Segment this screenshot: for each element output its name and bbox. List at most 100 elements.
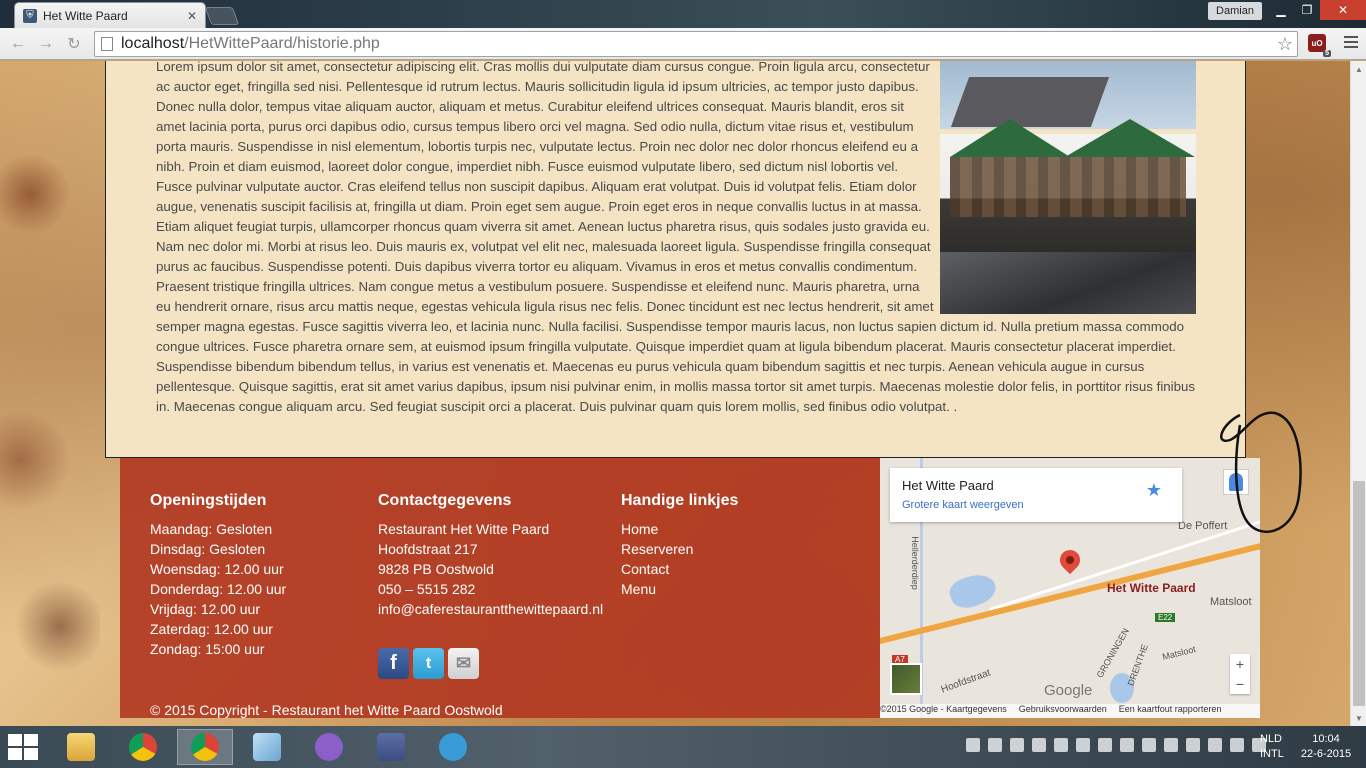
footer-link-menu[interactable]: Menu [621, 579, 738, 599]
map-card-title: Het Witte Paard [902, 478, 994, 493]
contact-line: Hoofdstraat 217 [378, 541, 478, 557]
input-language[interactable]: NLD INTL [1260, 732, 1284, 762]
lang-code: NLD [1260, 733, 1283, 745]
github-icon[interactable] [301, 729, 357, 765]
tray-icon[interactable] [1208, 738, 1222, 752]
reload-icon[interactable]: ↻ [64, 34, 84, 54]
useful-links-section: Handige linkjes Home Reserveren Contact … [621, 492, 738, 599]
contact-email[interactable]: info@caferestaurantthewittepaard.nl [378, 599, 603, 619]
twitter-icon[interactable]: t [413, 648, 444, 679]
tray-icon[interactable] [1054, 738, 1068, 752]
background-ornament [0, 61, 100, 726]
page-icon [101, 37, 113, 51]
ublock-extension-icon[interactable]: uO 5 [1308, 34, 1331, 57]
satellite-toggle[interactable] [890, 663, 922, 695]
scroll-thumb[interactable] [1353, 481, 1365, 706]
start-windows-icon[interactable] [8, 734, 38, 760]
map-label: DRENTHE [1125, 642, 1150, 688]
telegram-icon[interactable] [425, 729, 481, 765]
forward-arrow-icon[interactable]: → [36, 34, 56, 54]
map-marker-icon[interactable] [1055, 545, 1085, 575]
tray-icon[interactable] [1010, 738, 1024, 752]
opening-hours-title: Openingstijden [150, 492, 267, 509]
tray-icon[interactable] [966, 738, 980, 752]
close-tab-icon[interactable]: ✕ [187, 9, 197, 23]
hours-line: Maandag: Gesloten [150, 521, 273, 537]
opening-hours-section: Openingstijden Maandag: Gesloten Dinsdag… [150, 492, 286, 659]
maximize-icon[interactable]: ❐ [1294, 0, 1320, 20]
save-star-icon[interactable]: ★ [1146, 480, 1162, 501]
url-host: localhost [121, 35, 185, 52]
map-label: Matsloot [1210, 596, 1252, 608]
hours-line: Donderdag: 12.00 uur [150, 581, 287, 597]
map-attribution: ©2015 Google - Kaartgegevens Gebruiksvoo… [880, 704, 1260, 718]
footer-link-reserveren[interactable]: Reserveren [621, 539, 738, 559]
bookmark-star-icon[interactable]: ☆ [1277, 34, 1293, 55]
history-article: Lorem ipsum dolor sit amet, consectetur … [156, 61, 1196, 417]
map-zoom-control: + − [1230, 654, 1250, 694]
page-viewport: Lorem ipsum dolor sit amet, consectetur … [0, 61, 1350, 726]
facebook-icon[interactable]: f [378, 648, 409, 679]
hours-line: Zaterdag: 12.00 uur [150, 621, 273, 637]
map-place-label: Het Witte Paard [1107, 581, 1196, 595]
contact-section: Contactgegevens Restaurant Het Witte Paa… [378, 492, 603, 619]
tray-icon[interactable] [1032, 738, 1046, 752]
browser-toolbar: ← → ↻ localhost/HetWittePaard/historie.p… [0, 28, 1366, 60]
tray-icon[interactable] [1076, 738, 1090, 752]
scroll-up-icon[interactable]: ▲ [1351, 61, 1366, 77]
scroll-down-icon[interactable]: ▼ [1351, 710, 1366, 726]
tray-icon[interactable] [1186, 738, 1200, 752]
contact-line: 9828 PB Oostwold [378, 561, 494, 577]
chrome-menu-icon[interactable] [1344, 36, 1358, 50]
google-map[interactable]: De Poffert Matsloot Matsloot Hoofdstraat… [880, 458, 1260, 718]
zoom-in-button[interactable]: + [1230, 654, 1250, 674]
zoom-out-button[interactable]: − [1230, 674, 1250, 694]
terms-link[interactable]: Gebruiksvoorwaarden [1019, 704, 1107, 718]
larger-map-link[interactable]: Grotere kaart weergeven [902, 499, 1170, 511]
tray-icon[interactable] [988, 738, 1002, 752]
site-favicon-icon: ⛨ [23, 8, 37, 23]
page-scrollbar[interactable]: ▲ ▼ [1350, 61, 1366, 726]
chrome-active-icon[interactable] [177, 729, 233, 765]
system-clock[interactable]: 10:04 22-6-2015 [1298, 732, 1354, 762]
lang-layout: INTL [1260, 748, 1284, 760]
google-logo: Google [1044, 682, 1093, 699]
hours-line: Zondag: 15:00 uur [150, 641, 265, 657]
tray-icon[interactable] [1120, 738, 1134, 752]
phpstorm-icon[interactable] [363, 729, 419, 765]
copyright-text: © 2015 Copyright - Restaurant het Witte … [150, 702, 503, 718]
tray-icon[interactable] [1164, 738, 1178, 752]
contact-title: Contactgegevens [378, 492, 512, 509]
chrome-icon[interactable] [115, 729, 171, 765]
footer-link-home[interactable]: Home [621, 519, 738, 539]
file-explorer-icon[interactable] [53, 729, 109, 765]
tray-icon[interactable] [1142, 738, 1156, 752]
site-footer: Openingstijden Maandag: Gesloten Dinsdag… [120, 458, 880, 718]
new-tab-button[interactable] [204, 7, 240, 25]
report-error-link[interactable]: Een kaartfout rapporteren [1119, 704, 1222, 718]
back-arrow-icon[interactable]: ← [8, 34, 28, 54]
minimize-icon[interactable]: ▁ [1268, 0, 1294, 20]
notepad-icon[interactable] [239, 729, 295, 765]
profile-button[interactable]: Damian [1208, 2, 1262, 20]
hours-line: Woensdag: 12.00 uur [150, 561, 284, 577]
map-info-card: Het Witte Paard Grotere kaart weergeven … [890, 468, 1182, 522]
clock-time: 10:04 [1312, 733, 1340, 745]
footer-link-contact[interactable]: Contact [621, 559, 738, 579]
map-label: Hellerderdiep [909, 536, 920, 590]
browser-tab[interactable]: ⛨ Het Witte Paard ✕ [14, 2, 206, 28]
restaurant-photo [940, 61, 1196, 314]
close-window-icon[interactable]: ✕ [1320, 0, 1366, 20]
hours-line: Vrijdag: 12.00 uur [150, 601, 260, 617]
tray-icon[interactable] [1230, 738, 1244, 752]
hours-line: Dinsdag: Gesloten [150, 541, 266, 557]
history-content-box: Lorem ipsum dolor sit amet, consectetur … [105, 61, 1246, 458]
mail-icon[interactable]: ✉ [448, 648, 479, 679]
map-label: Matsloot [1161, 644, 1197, 662]
tab-title: Het Witte Paard [43, 8, 128, 23]
extension-badge: 5 [1323, 50, 1331, 57]
tray-icon[interactable] [1098, 738, 1112, 752]
address-bar[interactable]: localhost/HetWittePaard/historie.php ☆ [94, 31, 1298, 57]
map-copyright: ©2015 Google - Kaartgegevens [880, 704, 1007, 714]
clock-date: 22-6-2015 [1300, 748, 1352, 760]
